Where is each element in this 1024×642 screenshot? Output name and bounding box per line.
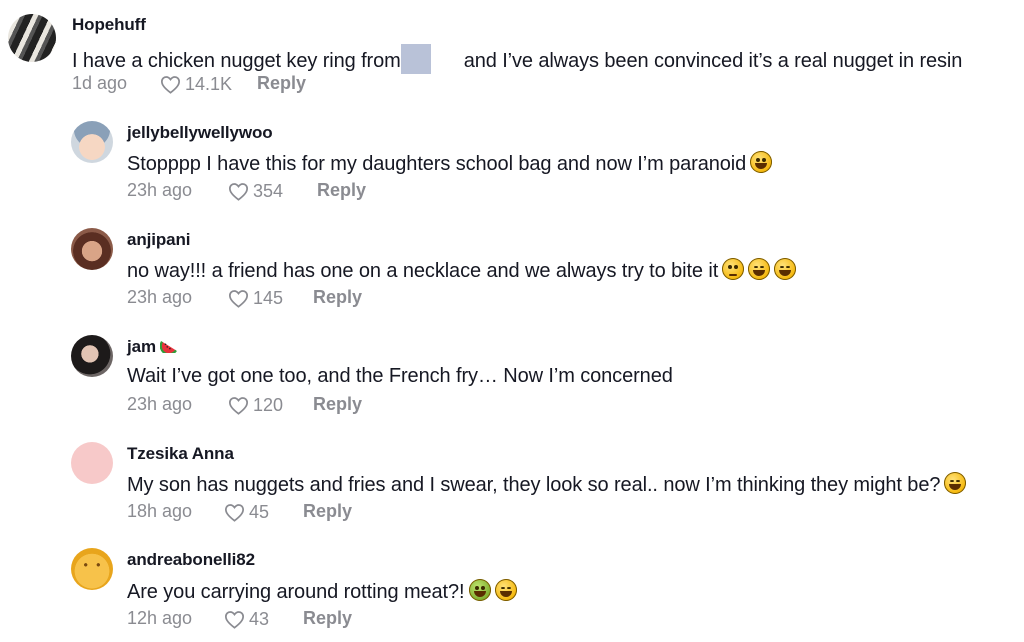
comment-text-part: I have a chicken nugget key ring from bbox=[72, 50, 401, 72]
comment-text-part: Are you carrying around rotting meat?! bbox=[127, 581, 465, 603]
reply-button[interactable]: Reply bbox=[313, 287, 362, 308]
like-button[interactable]: 43 bbox=[224, 609, 269, 630]
laughing-emoji-icon bbox=[774, 258, 797, 280]
like-button[interactable]: 354 bbox=[228, 181, 283, 202]
watermelon-emoji-icon bbox=[160, 341, 177, 353]
comment-time: 18h ago bbox=[127, 501, 193, 521]
comment-username[interactable]: andreabonelli82 bbox=[127, 550, 255, 570]
comment-text-part: and I’ve always been convinced it’s a re… bbox=[463, 50, 963, 72]
comment-username[interactable]: Tzesika Anna bbox=[127, 444, 234, 464]
avatar[interactable] bbox=[71, 442, 113, 484]
comment-time: 12h ago bbox=[127, 608, 193, 628]
comment-text: I have a chicken nugget key ring from and… bbox=[72, 44, 962, 74]
laughing-emoji-icon bbox=[494, 579, 517, 601]
like-count: 45 bbox=[249, 502, 270, 522]
like-count: 120 bbox=[253, 395, 284, 415]
comment-time: 23h ago bbox=[127, 287, 193, 307]
heart-icon bbox=[160, 76, 181, 94]
grinning-sweat-emoji-icon bbox=[750, 151, 773, 173]
comment-text: Stopppp I have this for my daughters sch… bbox=[127, 151, 773, 176]
like-button[interactable]: 145 bbox=[228, 288, 283, 309]
avatar[interactable] bbox=[71, 121, 113, 163]
reply-button[interactable]: Reply bbox=[303, 608, 352, 629]
like-count: 145 bbox=[253, 288, 284, 308]
nauseated-face-emoji-icon bbox=[468, 579, 491, 601]
reply-button[interactable]: Reply bbox=[303, 501, 352, 522]
avatar[interactable] bbox=[71, 548, 113, 590]
comment-username[interactable]: anjipani bbox=[127, 230, 191, 250]
heart-icon bbox=[228, 290, 249, 308]
like-count: 14.1K bbox=[185, 74, 233, 94]
like-count: 43 bbox=[249, 609, 270, 629]
username-text: jam bbox=[127, 337, 156, 356]
comment-text: Wait I’ve got one too, and the French fr… bbox=[127, 365, 673, 387]
comment-text-part: My son has nuggets and fries and I swear… bbox=[127, 474, 941, 496]
avatar[interactable] bbox=[8, 14, 56, 62]
comment-text: Are you carrying around rotting meat?! bbox=[127, 579, 517, 604]
heart-icon bbox=[224, 504, 245, 522]
like-button[interactable]: 45 bbox=[224, 502, 269, 523]
comment-time: 23h ago bbox=[127, 180, 193, 200]
comment-text: no way!!! a friend has one on a necklace… bbox=[127, 258, 797, 283]
reply-button[interactable]: Reply bbox=[317, 180, 366, 201]
avatar[interactable] bbox=[71, 335, 113, 377]
like-button[interactable]: 120 bbox=[228, 395, 283, 416]
reply-button[interactable]: Reply bbox=[313, 394, 362, 415]
rolling-laughing-emoji-icon bbox=[944, 472, 967, 494]
comment-username[interactable]: jellybellywellywoo bbox=[127, 123, 273, 143]
heart-icon bbox=[228, 183, 249, 201]
comment-time: 23h ago bbox=[127, 394, 193, 414]
heart-icon bbox=[228, 397, 249, 415]
redaction-block bbox=[400, 44, 431, 74]
like-button[interactable]: 14.1K bbox=[160, 74, 232, 95]
comment-text: My son has nuggets and fries and I swear… bbox=[127, 472, 967, 497]
comment-username[interactable]: Hopehuff bbox=[72, 15, 146, 35]
comment-text-part: no way!!! a friend has one on a necklace… bbox=[127, 260, 719, 282]
laughing-emoji-icon bbox=[748, 258, 771, 280]
neutral-face-emoji-icon bbox=[722, 258, 745, 280]
comment-text-part: Stopppp I have this for my daughters sch… bbox=[127, 153, 747, 175]
like-count: 354 bbox=[253, 181, 284, 201]
comment-username[interactable]: jam bbox=[127, 337, 178, 357]
reply-button[interactable]: Reply bbox=[257, 73, 306, 94]
heart-icon bbox=[224, 611, 245, 629]
comment-time: 1d ago bbox=[72, 73, 128, 93]
avatar[interactable] bbox=[71, 228, 113, 270]
